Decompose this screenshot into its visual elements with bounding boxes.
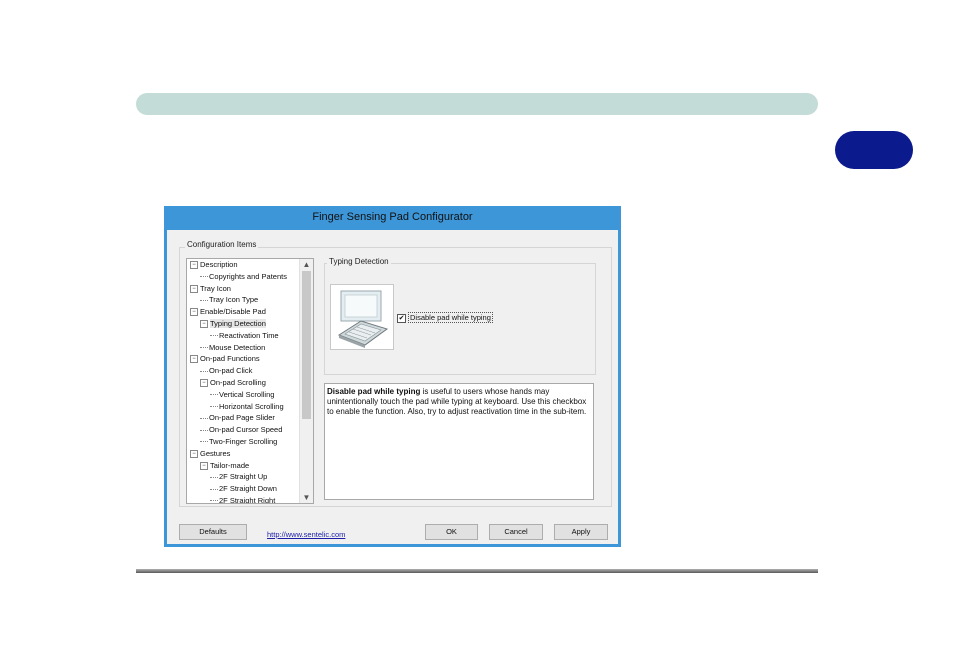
tree-connector (210, 406, 218, 408)
tree-connector (200, 429, 208, 431)
tree-item-label: On-pad Page Slider (209, 413, 275, 423)
tree-item[interactable]: − Tray Icon (187, 283, 299, 295)
tree-item[interactable]: − Description (187, 259, 299, 271)
tree-item-label: On-pad Cursor Speed (209, 425, 283, 435)
tree-item-label: 2F Straight Up (219, 472, 268, 482)
tree-connector (210, 335, 218, 337)
chapter-tab (835, 131, 913, 169)
group-label: Configuration Items (185, 240, 259, 249)
collapse-icon[interactable]: − (200, 461, 208, 470)
tree-item-label: 2F Straight Down (219, 484, 277, 494)
tree-connector (200, 276, 208, 278)
scroll-up-icon[interactable]: ▲ (300, 259, 313, 270)
tree-item-label: Description (200, 260, 238, 269)
tree-item[interactable]: Tray Icon Type (187, 294, 299, 306)
configurator-dialog: Finger Sensing Pad Configurator Configur… (164, 206, 621, 547)
tree-items: − Description Copyrights and Patents − Tray … (187, 259, 299, 504)
tree-item[interactable]: 2F Straight Down (187, 483, 299, 495)
collapse-icon[interactable]: − (190, 449, 198, 458)
collapse-icon[interactable]: − (200, 378, 208, 387)
tree-item-label: 2F Straight Right (219, 495, 276, 504)
configuration-items-group: Configuration Items − Description Copyrigh… (179, 240, 612, 507)
tree-connector (210, 476, 218, 478)
tree-connector (200, 370, 208, 372)
tree-item[interactable]: 2F Straight Right (187, 495, 299, 504)
tree-item[interactable]: 2F Straight Up (187, 471, 299, 483)
checkbox-check-icon[interactable]: ✔ (397, 313, 406, 323)
collapse-icon[interactable]: − (190, 308, 198, 317)
tree-connector (200, 347, 208, 349)
tree-item[interactable]: − Typing Detection (187, 318, 299, 330)
tree-item[interactable]: On-pad Cursor Speed (187, 424, 299, 436)
tree-item-label: Reactivation Time (219, 330, 279, 340)
tree-item-label: Tailor-made (210, 460, 250, 470)
tree-connector (200, 441, 208, 443)
tree-connector (200, 299, 208, 301)
footer-rule (136, 569, 818, 573)
collapse-icon[interactable]: − (190, 355, 198, 364)
tree-item[interactable]: On-pad Click (187, 365, 299, 377)
tree-item-label: Vertical Scrolling (219, 389, 275, 399)
tree-item-label: Typing Detection (210, 318, 266, 328)
apply-button[interactable]: Apply (554, 524, 608, 540)
dialog-body: Configuration Items − Description Copyrigh… (167, 230, 618, 544)
tree-item-label: Tray Icon Type (209, 295, 259, 305)
tree-item-label: Gestures (200, 448, 231, 458)
scroll-thumb[interactable] (302, 271, 311, 419)
tree-item[interactable]: − On-pad Functions (187, 353, 299, 365)
collapse-icon[interactable]: − (200, 320, 208, 328)
typing-detection-label: Typing Detection (327, 257, 391, 266)
tree-item-label: On-pad Scrolling (210, 377, 266, 387)
tree-item-label: Copyrights and Patents (209, 271, 287, 281)
checkbox-label: Disable pad while typing (408, 312, 493, 323)
typing-detection-group: Typing Detection ✔ Disable pad while typ… (324, 257, 596, 375)
tree-item-label: Enable/Disable Pad (200, 307, 266, 317)
disable-pad-while-typing-checkbox[interactable]: ✔ Disable pad while typing (397, 312, 493, 323)
collapse-icon[interactable]: − (190, 261, 198, 270)
tree-item[interactable]: Copyrights and Patents (187, 271, 299, 283)
description-box: Disable pad while typing is useful to us… (324, 383, 594, 500)
tree-item-label: Mouse Detection (209, 342, 266, 352)
keyboard-illustration (330, 284, 394, 350)
tree-item-label: Tray Icon (200, 283, 231, 293)
tree-item-label: Horizontal Scrolling (219, 401, 284, 411)
tree-item-label: On-pad Functions (200, 354, 260, 364)
header-bar (136, 93, 818, 115)
dialog-title: Finger Sensing Pad Configurator (312, 211, 473, 223)
cancel-button[interactable]: Cancel (489, 524, 543, 540)
tree-connector (200, 417, 208, 419)
tree-item[interactable]: − Enable/Disable Pad (187, 306, 299, 318)
tree-item[interactable]: − On-pad Scrolling (187, 377, 299, 389)
tree-item[interactable]: On-pad Page Slider (187, 412, 299, 424)
tree-item[interactable]: − Gestures (187, 448, 299, 460)
tree-item[interactable]: Reactivation Time (187, 330, 299, 342)
keyboard-icon (337, 290, 389, 348)
configuration-tree[interactable]: − Description Copyrights and Patents − Tray … (186, 258, 314, 504)
tree-item-label: On-pad Click (209, 366, 253, 376)
sentelic-link[interactable]: http://www.sentelic.com (267, 530, 345, 539)
ok-button[interactable]: OK (425, 524, 478, 540)
tree-connector (210, 394, 218, 396)
collapse-icon[interactable]: − (190, 284, 198, 293)
tree-item-label: Two-Finger Scrolling (209, 436, 278, 446)
tree-item[interactable]: Vertical Scrolling (187, 389, 299, 401)
tree-item[interactable]: − Tailor-made (187, 460, 299, 472)
tree-item[interactable]: Horizontal Scrolling (187, 401, 299, 413)
tree-connector (210, 500, 218, 502)
tree-scrollbar[interactable]: ▲ ▼ (299, 259, 313, 503)
tree-item[interactable]: Two-Finger Scrolling (187, 436, 299, 448)
defaults-button[interactable]: Defaults (179, 524, 247, 540)
tree-connector (210, 488, 218, 490)
tree-item[interactable]: Mouse Detection (187, 342, 299, 354)
scroll-down-icon[interactable]: ▼ (300, 492, 313, 503)
description-bold-text: Disable pad while typing (327, 387, 421, 396)
